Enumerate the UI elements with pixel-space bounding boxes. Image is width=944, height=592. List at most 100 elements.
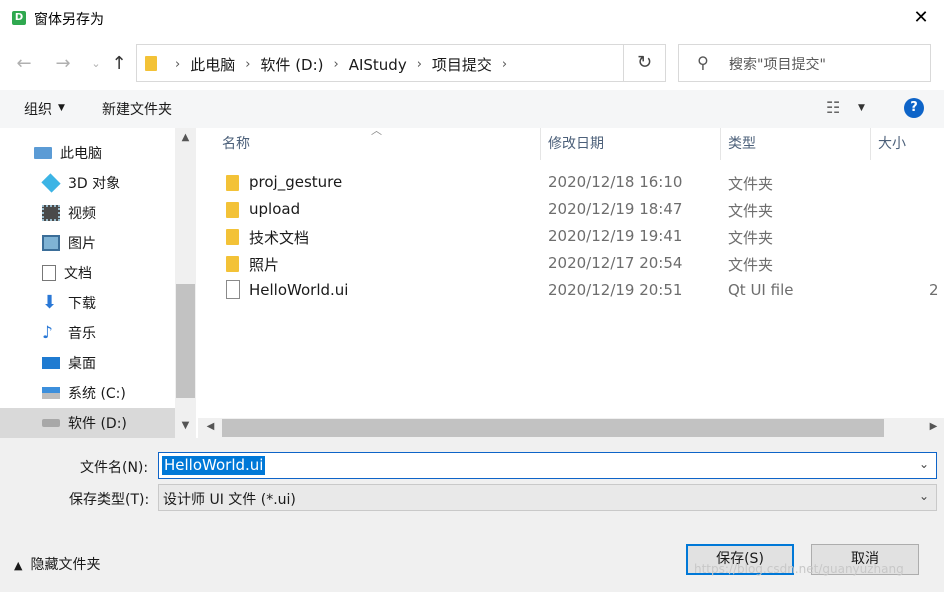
organize-dropdown-icon[interactable]: ▼ — [58, 103, 65, 113]
file-row[interactable]: 照片 2020/12/17 20:54 文件夹 — [198, 250, 944, 277]
nav-label: 系统 (C:) — [68, 386, 126, 402]
chevron-down-icon[interactable]: ⌄ — [919, 489, 929, 503]
file-size: 2 — [929, 281, 939, 299]
nav-item-pictures[interactable]: 图片 — [0, 228, 175, 258]
column-divider[interactable] — [720, 128, 721, 160]
file-list: ︿ 名称 修改日期 类型 大小 proj_gesture 2020/12/18 … — [198, 124, 944, 420]
document-icon — [226, 280, 240, 299]
file-type: 文件夹 — [728, 256, 774, 274]
file-name: 技术文档 — [249, 229, 310, 247]
nav-scroll-thumb[interactable] — [176, 284, 195, 398]
nav-label: 文档 — [64, 266, 92, 282]
column-header-size[interactable]: 大小 — [878, 128, 906, 160]
navigation-pane: 此电脑 3D 对象 视频 图片 文档 ⬇ 下载 ♪ 音乐 桌面 系统 (C:) … — [0, 128, 198, 438]
nav-label: 软件 (D:) — [68, 416, 127, 432]
refresh-icon[interactable]: ↻ — [624, 44, 666, 82]
column-header-date[interactable]: 修改日期 — [548, 128, 604, 160]
file-date: 2020/12/19 20:51 — [548, 281, 683, 299]
chevron-right-icon[interactable]: › — [334, 57, 339, 72]
file-row[interactable]: HelloWorld.ui 2020/12/19 20:51 Qt UI fil… — [198, 277, 944, 304]
folder-icon — [145, 56, 157, 71]
filename-value: HelloWorld.ui — [162, 456, 266, 475]
nav-item-this-pc[interactable]: 此电脑 — [0, 138, 175, 168]
nav-item-music[interactable]: ♪ 音乐 — [0, 318, 175, 348]
folder-icon — [226, 229, 239, 245]
scroll-down-icon[interactable]: ▼ — [175, 420, 196, 431]
search-input[interactable]: ⚲ 搜索"项目提交" — [678, 44, 931, 82]
hide-folders-toggle[interactable]: ▲ 隐藏文件夹 — [14, 554, 100, 574]
nav-item-documents[interactable]: 文档 — [0, 258, 175, 288]
file-date: 2020/12/18 16:10 — [548, 173, 683, 191]
folder-icon — [226, 175, 239, 191]
file-row[interactable]: upload 2020/12/19 18:47 文件夹 — [198, 196, 944, 223]
scroll-left-icon[interactable]: ◀ — [200, 421, 221, 432]
breadcrumb: › 此电脑 › 软件 (D:) › AIStudy › 项目提交 › — [165, 54, 517, 75]
save-form: 文件名(N): HelloWorld.ui ⌄ 保存类型(T): 设计师 UI … — [0, 438, 944, 592]
hscroll-thumb[interactable] — [222, 419, 884, 437]
filename-field[interactable]: HelloWorld.ui ⌄ — [158, 452, 937, 479]
file-row[interactable]: proj_gesture 2020/12/18 16:10 文件夹 — [198, 169, 944, 196]
forward-arrow-icon[interactable]: → — [51, 52, 75, 76]
nav-item-desktop[interactable]: 桌面 — [0, 348, 175, 378]
file-type: 文件夹 — [728, 175, 774, 193]
close-button[interactable]: ✕ — [898, 0, 944, 36]
file-date: 2020/12/17 20:54 — [548, 254, 683, 272]
window-title: 窗体另存为 — [34, 12, 104, 28]
filetype-value: 设计师 UI 文件 (*.ui) — [163, 492, 296, 508]
column-divider[interactable] — [870, 128, 871, 160]
chevron-right-icon[interactable]: › — [175, 57, 180, 72]
column-header-name[interactable]: 名称 — [222, 128, 250, 160]
nav-label: 下载 — [68, 296, 96, 312]
nav-scrollbar[interactable]: ▲ ▼ — [175, 128, 196, 438]
address-bar[interactable]: › 此电脑 › 软件 (D:) › AIStudy › 项目提交 › ⌄ — [136, 44, 738, 82]
file-name: 照片 — [249, 256, 280, 274]
file-list-hscrollbar[interactable]: ◀ ▶ — [198, 418, 944, 438]
file-date: 2020/12/19 19:41 — [548, 227, 683, 245]
scroll-up-icon[interactable]: ▲ — [175, 132, 196, 143]
breadcrumb-aistudy[interactable]: AIStudy — [349, 56, 407, 74]
nav-label: 视频 — [68, 206, 96, 222]
recent-locations-chevron-icon[interactable]: ⌄ — [84, 52, 108, 76]
breadcrumb-drive-d[interactable]: 软件 (D:) — [260, 54, 323, 75]
scroll-right-icon[interactable]: ▶ — [923, 421, 944, 432]
chevron-right-icon[interactable]: › — [417, 57, 422, 72]
back-arrow-icon[interactable]: ← — [12, 52, 36, 76]
organize-button[interactable]: 组织 — [24, 99, 52, 119]
new-folder-button[interactable]: 新建文件夹 — [102, 99, 172, 119]
nav-item-drive-d[interactable]: 软件 (D:) — [0, 408, 175, 438]
view-dropdown-icon[interactable]: ▼ — [858, 103, 865, 113]
filename-label: 文件名(N): — [80, 460, 149, 476]
nav-item-downloads[interactable]: ⬇ 下载 — [0, 288, 175, 318]
desktop-icon — [42, 357, 60, 369]
folder-icon — [226, 256, 239, 272]
up-arrow-icon[interactable]: ↑ — [107, 52, 131, 76]
filetype-label: 保存类型(T): — [69, 492, 150, 508]
breadcrumb-project-submit[interactable]: 项目提交 — [432, 54, 492, 75]
app-icon: D — [12, 11, 26, 25]
column-divider[interactable] — [540, 128, 541, 160]
sort-ascending-icon: ︿ — [371, 124, 382, 137]
hide-folders-label: 隐藏文件夹 — [30, 557, 101, 573]
help-icon[interactable]: ? — [904, 98, 924, 118]
view-options-icon[interactable]: ☷ — [826, 98, 840, 117]
documents-icon — [42, 265, 56, 281]
nav-label: 音乐 — [68, 326, 96, 342]
file-date: 2020/12/19 18:47 — [548, 200, 683, 218]
chevron-right-icon[interactable]: › — [245, 57, 250, 72]
chevron-down-icon[interactable]: ⌄ — [919, 457, 929, 471]
nav-label: 此电脑 — [60, 146, 102, 162]
nav-item-videos[interactable]: 视频 — [0, 198, 175, 228]
nav-item-drive-c[interactable]: 系统 (C:) — [0, 378, 175, 408]
search-icon: ⚲ — [697, 53, 709, 72]
pictures-icon — [42, 235, 60, 251]
breadcrumb-this-pc[interactable]: 此电脑 — [190, 54, 235, 75]
nav-item-3d-objects[interactable]: 3D 对象 — [0, 168, 175, 198]
folder-icon — [226, 202, 239, 218]
toolbar: 组织 ▼ 新建文件夹 ☷ ▼ — [0, 90, 944, 128]
column-header-type[interactable]: 类型 — [728, 128, 756, 160]
title-bar: D 窗体另存为 ✕ — [0, 0, 944, 36]
filetype-select[interactable]: 设计师 UI 文件 (*.ui) ⌄ — [158, 484, 937, 511]
3d-objects-icon — [41, 173, 61, 193]
file-row[interactable]: 技术文档 2020/12/19 19:41 文件夹 — [198, 223, 944, 250]
chevron-right-icon[interactable]: › — [502, 57, 507, 72]
